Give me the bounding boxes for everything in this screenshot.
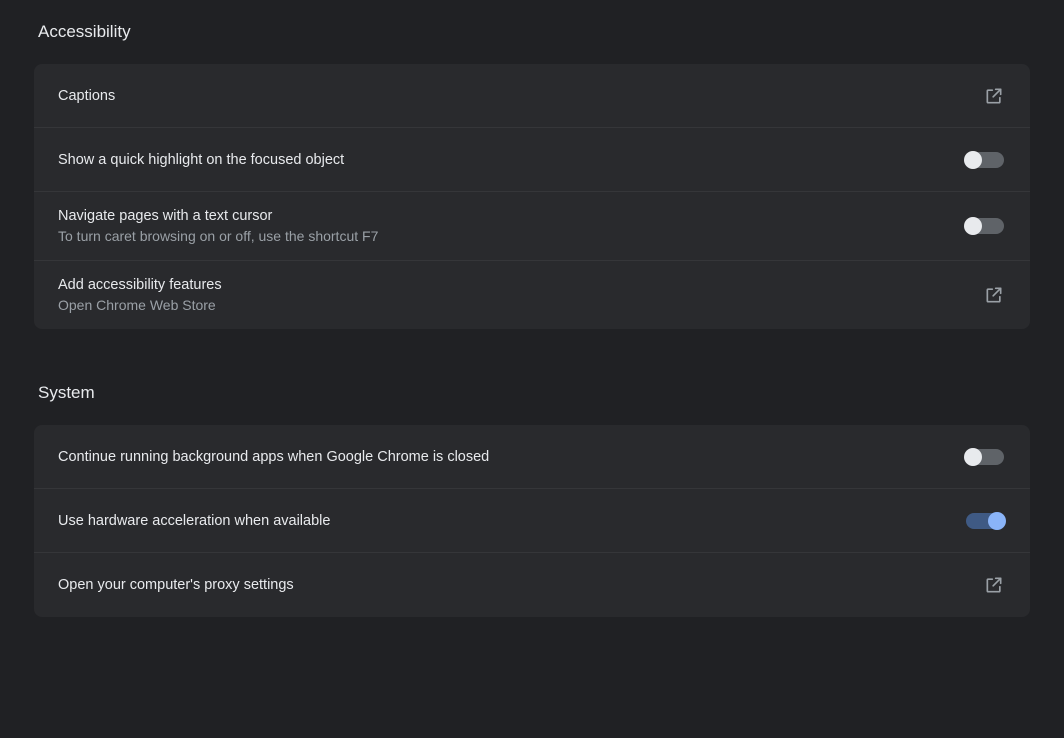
captions-label: Captions <box>58 88 115 104</box>
external-link-icon <box>984 285 1006 305</box>
section-title-system: System <box>38 383 1030 403</box>
caret-browsing-toggle[interactable] <box>966 218 1004 234</box>
focus-highlight-label: Show a quick highlight on the focused ob… <box>58 152 344 168</box>
row-captions[interactable]: Captions <box>34 64 1030 128</box>
section-title-accessibility: Accessibility <box>38 22 1030 42</box>
hardware-acceleration-toggle[interactable] <box>966 513 1004 529</box>
caret-browsing-label: Navigate pages with a text cursor <box>58 208 378 224</box>
system-card: Continue running background apps when Go… <box>34 425 1030 617</box>
caret-browsing-sublabel: To turn caret browsing on or off, use th… <box>58 228 378 244</box>
row-focus-highlight[interactable]: Show a quick highlight on the focused ob… <box>34 128 1030 192</box>
background-apps-label: Continue running background apps when Go… <box>58 449 489 465</box>
settings-content: Accessibility Captions Show a quick high… <box>0 0 1064 617</box>
add-features-label: Add accessibility features <box>58 277 222 293</box>
proxy-settings-label: Open your computer's proxy settings <box>58 577 294 593</box>
external-link-icon <box>984 86 1006 106</box>
row-add-accessibility-features[interactable]: Add accessibility features Open Chrome W… <box>34 261 1030 329</box>
row-caret-browsing[interactable]: Navigate pages with a text cursor To tur… <box>34 192 1030 261</box>
accessibility-card: Captions Show a quick highlight on the f… <box>34 64 1030 329</box>
row-hardware-acceleration[interactable]: Use hardware acceleration when available <box>34 489 1030 553</box>
external-link-icon <box>984 575 1006 595</box>
hardware-acceleration-label: Use hardware acceleration when available <box>58 513 330 529</box>
add-features-sublabel: Open Chrome Web Store <box>58 297 222 313</box>
row-proxy-settings[interactable]: Open your computer's proxy settings <box>34 553 1030 617</box>
row-background-apps[interactable]: Continue running background apps when Go… <box>34 425 1030 489</box>
focus-highlight-toggle[interactable] <box>966 152 1004 168</box>
background-apps-toggle[interactable] <box>966 449 1004 465</box>
